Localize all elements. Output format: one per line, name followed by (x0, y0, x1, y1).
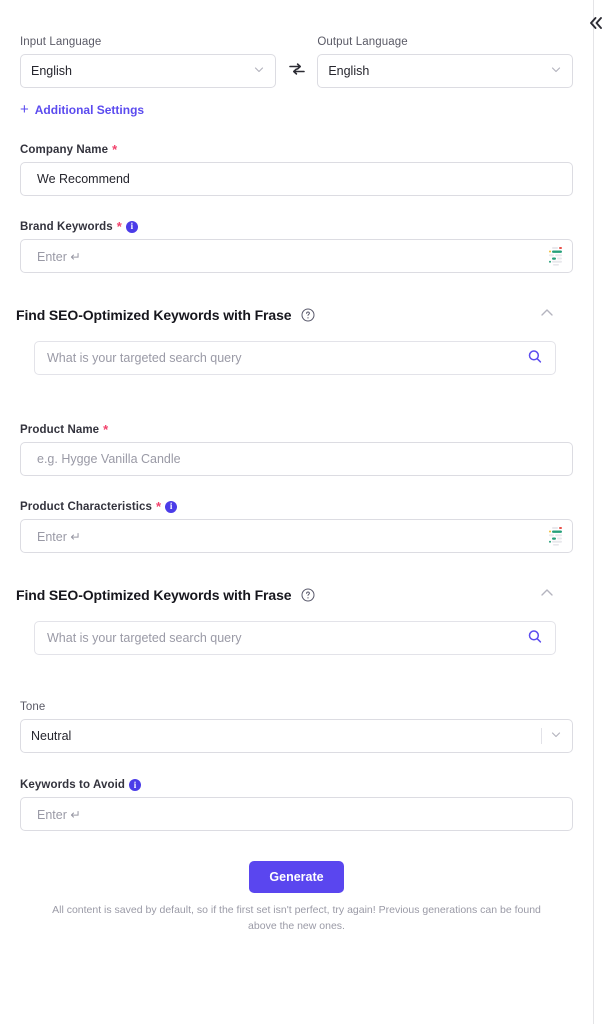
search-icon[interactable] (527, 629, 543, 648)
seo-section: Find SEO-Optimized Keywords with Frase W… (16, 303, 556, 375)
info-icon[interactable]: i (165, 500, 178, 513)
company-name-label-text: Company Name (20, 143, 109, 156)
tone-value: Neutral (31, 729, 72, 743)
keyword-tags-icon[interactable] (548, 246, 564, 266)
required-marker: * (103, 422, 109, 437)
seo-section-title: Find SEO-Optimized Keywords with Frase (16, 307, 292, 323)
double-chevron-left-icon (587, 14, 605, 32)
chevron-up-icon (538, 304, 556, 327)
tone-group: Tone Neutral (20, 701, 573, 753)
plus-icon: + (20, 101, 29, 118)
keywords-to-avoid-input[interactable]: Enter ↵ (20, 797, 573, 831)
search-icon[interactable] (527, 349, 543, 368)
generate-button[interactable]: Generate (249, 861, 344, 893)
brand-keywords-label-text: Brand Keywords (20, 220, 113, 233)
input-language-select[interactable]: English (20, 54, 276, 88)
seo-search-placeholder: What is your targeted search query (47, 631, 242, 645)
info-icon[interactable]: i (129, 779, 141, 791)
language-row: Input Language English Output Language E… (20, 0, 573, 88)
seo-section: Find SEO-Optimized Keywords with Frase W… (16, 583, 556, 655)
keyword-tags-icon[interactable] (548, 526, 564, 546)
seo-section-title: Find SEO-Optimized Keywords with Frase (16, 587, 292, 603)
question-circle-icon[interactable] (301, 308, 315, 322)
swap-languages-button[interactable] (276, 54, 318, 88)
input-language-group: Input Language English (20, 36, 276, 88)
keywords-to-avoid-label-text: Keywords to Avoid (20, 779, 125, 791)
product-name-placeholder: e.g. Hygge Vanilla Candle (37, 452, 181, 466)
keywords-to-avoid-placeholder: Enter ↵ (37, 807, 81, 822)
output-language-select[interactable]: English (317, 54, 573, 88)
brand-keywords-placeholder: Enter ↵ (37, 249, 81, 264)
required-marker: * (112, 142, 118, 157)
collapse-panel-button[interactable] (581, 10, 610, 36)
product-name-input[interactable]: e.g. Hygge Vanilla Candle (20, 442, 573, 476)
chevron-down-icon (253, 64, 265, 79)
input-language-value: English (31, 64, 72, 78)
required-marker: * (156, 499, 162, 514)
product-name-label-text: Product Name (20, 423, 100, 436)
question-circle-icon[interactable] (301, 588, 315, 602)
tone-label: Tone (20, 701, 46, 713)
output-language-value: English (328, 64, 370, 78)
seo-search-input[interactable]: What is your targeted search query (34, 621, 556, 655)
additional-settings-toggle[interactable]: + Additional Settings (20, 102, 144, 117)
company-name-input[interactable]: We Recommend (20, 162, 573, 196)
chevron-down-icon (550, 64, 562, 79)
seo-section-header: Find SEO-Optimized Keywords with Frase (16, 583, 556, 607)
brand-keywords-group: Brand Keywords * i Enter ↵ (20, 220, 573, 273)
swap-arrows-icon (287, 59, 307, 84)
keywords-to-avoid-label: Keywords to Avoid i (20, 779, 573, 791)
seo-section-header: Find SEO-Optimized Keywords with Frase (16, 303, 556, 327)
input-language-label: Input Language (20, 36, 102, 48)
product-characteristics-input[interactable]: Enter ↵ (20, 519, 573, 553)
chevron-down-icon (550, 729, 562, 744)
seo-search-placeholder: What is your targeted search query (47, 351, 242, 365)
keywords-to-avoid-group: Keywords to Avoid i Enter ↵ (20, 779, 573, 831)
product-characteristics-label-text: Product Characteristics (20, 500, 153, 513)
product-characteristics-label: Product Characteristics * i (20, 500, 573, 513)
output-language-label: Output Language (317, 36, 408, 48)
chevron-up-icon (538, 584, 556, 607)
form-footer: Generate All content is saved by default… (20, 861, 573, 935)
footer-note: All content is saved by default, so if t… (52, 904, 541, 932)
brand-keywords-label: Brand Keywords * i (20, 220, 573, 233)
brand-keywords-input[interactable]: Enter ↵ (20, 239, 573, 273)
company-name-value: We Recommend (37, 172, 130, 186)
tone-select[interactable]: Neutral (20, 719, 573, 753)
seo-collapse-toggle[interactable] (538, 304, 556, 327)
product-name-group: Product Name * e.g. Hygge Vanilla Candle (20, 423, 573, 476)
required-marker: * (116, 219, 122, 234)
product-characteristics-placeholder: Enter ↵ (37, 529, 81, 544)
seo-collapse-toggle[interactable] (538, 584, 556, 607)
additional-settings-label: Additional Settings (34, 102, 145, 117)
output-language-group: Output Language English (317, 36, 573, 88)
company-name-group: Company Name * We Recommend (20, 143, 573, 196)
generator-form-panel: Input Language English Output Language E… (0, 0, 602, 1024)
company-name-label: Company Name * (20, 143, 573, 156)
product-characteristics-group: Product Characteristics * i Enter ↵ (20, 500, 573, 553)
seo-search-input[interactable]: What is your targeted search query (34, 341, 556, 375)
product-name-label: Product Name * (20, 423, 573, 436)
info-icon[interactable]: i (125, 220, 138, 233)
